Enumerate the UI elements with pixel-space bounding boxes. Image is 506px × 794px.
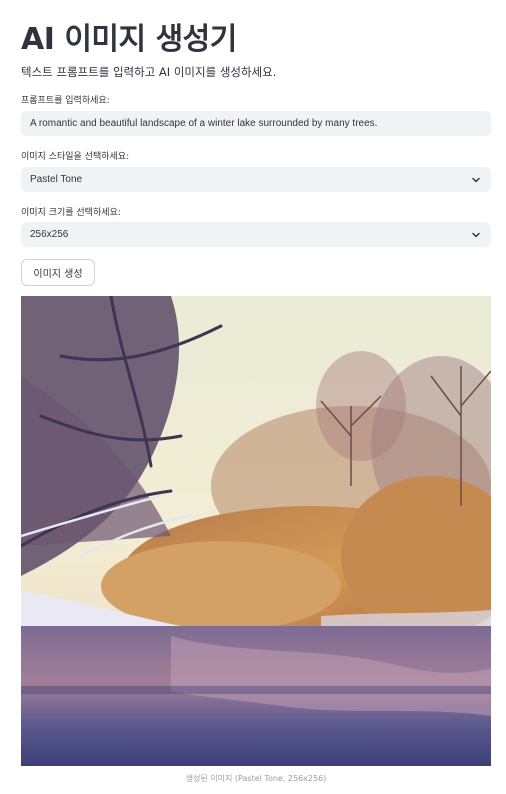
generate-image-button[interactable]: 이미지 생성 [21, 259, 95, 286]
page-title: AI 이미지 생성기 [21, 22, 237, 57]
chevron-down-icon [470, 229, 482, 241]
size-select[interactable]: 256x256 [21, 222, 491, 247]
style-label: 이미지 스타일을 선택하세요: [21, 152, 130, 162]
size-label: 이미지 크기를 선택하세요: [21, 208, 121, 218]
style-selected-value: Pastel Tone [30, 174, 83, 185]
prompt-input[interactable] [30, 118, 482, 129]
page-subtitle: 텍스트 프롬프트를 입력하고 AI 이미지를 생성하세요. [21, 65, 277, 79]
generated-image [21, 296, 491, 766]
style-select[interactable]: Pastel Tone [21, 167, 491, 192]
app-page: AI 이미지 생성기 텍스트 프롬프트를 입력하고 AI 이미지를 생성하세요.… [0, 0, 506, 794]
image-caption: 생성된 이미지 (Pastel Tone, 256x256) [185, 774, 327, 783]
chevron-down-icon [470, 174, 482, 186]
prompt-field[interactable] [21, 111, 491, 136]
prompt-label: 프롬프트를 입력하세요: [21, 96, 110, 106]
size-selected-value: 256x256 [30, 229, 69, 240]
